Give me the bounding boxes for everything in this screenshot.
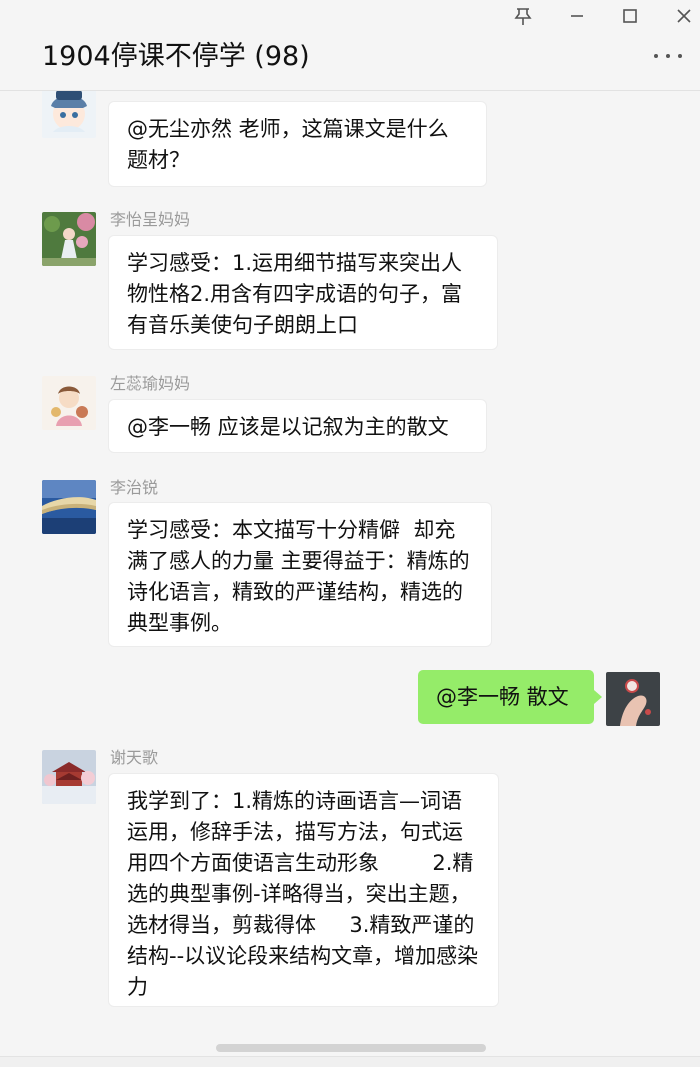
chat-title: 1904停课不停学 (98)	[42, 41, 310, 72]
message-bubble[interactable]: 学习感受：1.运用细节描写来突出人物性格2.用含有四字成语的句子，富有音乐美使句…	[109, 236, 497, 349]
message-bubble-self[interactable]: @李一畅 散文	[418, 670, 594, 724]
message-bubble[interactable]: 我学到了：1.精炼的诗画语言—词语运用，修辞手法，描写方法，句式运用四个方面使语…	[109, 774, 498, 1006]
sender-name: 谢天歌	[110, 748, 159, 767]
sender-name: 李怡呈妈妈	[110, 210, 191, 229]
landscape-avatar[interactable]	[42, 480, 96, 534]
sender-name: 左蕊瑜妈妈	[110, 374, 191, 393]
pin-icon[interactable]	[509, 2, 537, 30]
minimize-icon[interactable]	[563, 2, 591, 30]
anime-character-avatar[interactable]	[42, 90, 96, 138]
message-bubble[interactable]: 学习感受：本文描写十分精僻 却充满了感人的力量 主要得益于：精炼的诗化语言，精致…	[109, 503, 491, 646]
close-icon[interactable]	[670, 2, 698, 30]
input-area-edge	[0, 1056, 700, 1067]
garden-photo-avatar[interactable]	[42, 212, 96, 266]
pavilion-avatar[interactable]	[42, 750, 96, 804]
message-bubble[interactable]: @无尘亦然 老师，这篇课文是什么题材？	[109, 102, 486, 186]
horizontal-scrollbar[interactable]	[216, 1044, 486, 1052]
more-icon[interactable]	[652, 46, 684, 66]
title-bar: 1904停课不停学 (98)	[0, 0, 700, 91]
cartoon-girl-avatar[interactable]	[42, 376, 96, 430]
hand-photo-avatar[interactable]	[606, 672, 660, 726]
bubble-tail	[594, 690, 602, 704]
message-list[interactable]: @无尘亦然 老师，这篇课文是什么题材？ 李怡呈妈妈 学习感受：1.运用细节描写来…	[0, 90, 700, 1056]
maximize-icon[interactable]	[616, 2, 644, 30]
sender-name: 李治锐	[110, 478, 159, 497]
message-bubble[interactable]: @李一畅 应该是以记叙为主的散文	[109, 400, 486, 452]
